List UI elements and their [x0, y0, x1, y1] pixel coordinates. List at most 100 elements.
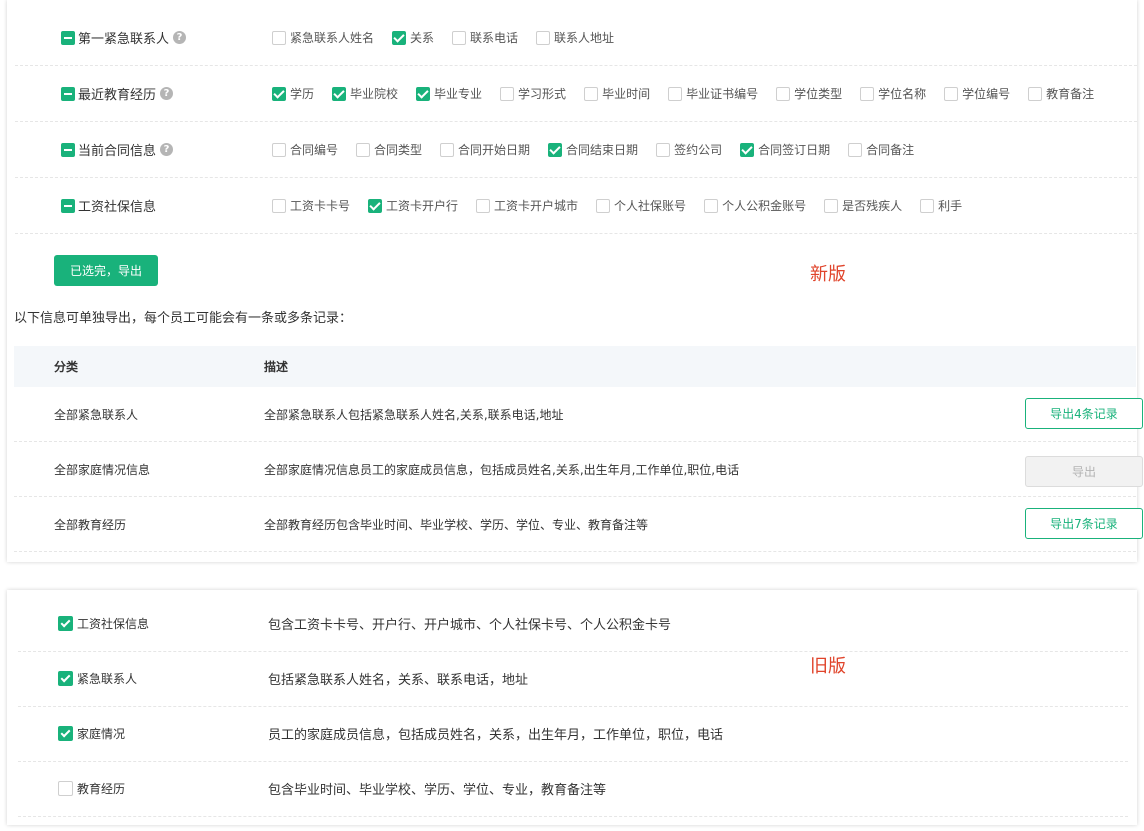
checkbox-icon[interactable] [272, 30, 286, 45]
checkbox-icon[interactable] [920, 198, 935, 213]
checkbox-checked-icon[interactable] [58, 726, 73, 741]
option-checkbox[interactable]: 联系人地址 [536, 29, 614, 46]
row-category: 全部紧急联系人 [54, 407, 139, 422]
help-icon[interactable]: ? [160, 87, 174, 100]
checkbox-checked-icon[interactable] [740, 142, 755, 157]
option-checkbox[interactable]: 学历 [272, 85, 314, 102]
checkbox-icon[interactable] [704, 198, 719, 213]
option-checkbox[interactable]: 工资卡开户城市 [476, 197, 578, 214]
export-disabled-button[interactable]: 导出 [1025, 456, 1143, 487]
option-checkbox[interactable]: 签约公司 [656, 141, 722, 158]
checkbox-checked-icon[interactable] [416, 86, 431, 101]
column-header-description: 描述 [264, 360, 289, 374]
option-checkbox[interactable]: 教育备注 [1028, 85, 1094, 102]
option-checkbox[interactable]: 学位类型 [776, 85, 842, 102]
checkbox-icon[interactable] [848, 142, 863, 157]
option-checkbox[interactable]: 合同类型 [356, 141, 422, 158]
checkbox-icon[interactable] [860, 86, 875, 101]
option-checkbox[interactable]: 毕业院校 [332, 85, 398, 102]
item-description: 包括紧急联系人姓名，关系、联系电话，地址 [268, 673, 529, 688]
option-checkbox[interactable]: 学习形式 [500, 85, 566, 102]
group-label: 第一紧急联系人 [78, 32, 170, 47]
option-checkbox[interactable]: 是否残疾人 [824, 197, 902, 214]
checkbox-icon[interactable] [824, 198, 839, 213]
checkbox-icon[interactable] [272, 198, 286, 213]
field-group-salary: 工资社保信息 工资卡卡号 工资卡开户行 工资卡开户城市 个人社保账号 个人公积金… [15, 178, 1137, 234]
item-label: 教育经历 [77, 782, 126, 796]
new-version-panel: 第一紧急联系人 ? 紧急联系人姓名 关系 联系电话 联系人地址 最近教育经历 ?… [7, 0, 1143, 562]
option-checkbox[interactable]: 合同签订日期 [740, 141, 830, 158]
table-row: 全部紧急联系人 全部紧急联系人包括紧急联系人姓名,关系,联系电话,地址 导出4条… [14, 387, 1143, 442]
checkbox-checked-icon[interactable] [272, 86, 286, 101]
new-version-tag: 新版 [810, 264, 846, 285]
checkbox-icon[interactable] [536, 30, 551, 45]
list-item: 紧急联系人 包括紧急联系人姓名，关系、联系电话，地址 [18, 651, 1128, 707]
option-checkbox[interactable]: 关系 [392, 29, 434, 46]
option-checkbox[interactable]: 工资卡卡号 [272, 197, 350, 214]
item-description: 包含工资卡卡号、开户行、开户城市、个人社保卡号、个人公积金卡号 [268, 618, 672, 633]
row-category: 全部家庭情况信息 [54, 462, 151, 477]
collapse-minus-icon[interactable] [61, 198, 75, 213]
collapse-minus-icon[interactable] [61, 142, 75, 157]
checkbox-icon[interactable] [476, 198, 491, 213]
checkbox-checked-icon[interactable] [332, 86, 347, 101]
list-item: 工资社保信息 包含工资卡卡号、开户行、开户城市、个人社保卡号、个人公积金卡号 [18, 596, 1128, 652]
list-item: 教育经历 包含毕业时间、毕业学校、学历、学位、专业，教育备注等 [18, 761, 1128, 817]
option-checkbox[interactable]: 合同编号 [272, 141, 338, 158]
export-records-button[interactable]: 导出4条记录 [1025, 398, 1143, 429]
checkbox-icon[interactable] [440, 142, 455, 157]
option-checkbox[interactable]: 合同结束日期 [548, 141, 638, 158]
help-icon[interactable]: ? [160, 143, 174, 156]
checkbox-icon[interactable] [668, 86, 683, 101]
row-description: 全部家庭情况信息员工的家庭成员信息，包括成员姓名,关系,出生年月,工作单位,职位… [264, 462, 740, 477]
option-checkbox[interactable]: 联系电话 [452, 29, 518, 46]
option-checkbox[interactable]: 工资卡开户行 [368, 197, 458, 214]
option-checkbox[interactable]: 利手 [920, 197, 962, 214]
checkbox-icon[interactable] [776, 86, 791, 101]
option-checkbox[interactable]: 毕业时间 [584, 85, 650, 102]
option-checkbox[interactable]: 毕业证书编号 [668, 85, 758, 102]
checkbox-checked-icon[interactable] [548, 142, 563, 157]
option-checkbox[interactable]: 合同开始日期 [440, 141, 530, 158]
checkbox-checked-icon[interactable] [58, 671, 73, 686]
checkbox-icon[interactable] [656, 142, 671, 157]
separate-export-note: 以下信息可单独导出，每个员工可能会有一条或多条记录： [14, 311, 353, 326]
export-records-button[interactable]: 导出7条记录 [1025, 508, 1143, 539]
option-checkbox[interactable]: 毕业专业 [416, 85, 482, 102]
table-row: 全部家庭情况信息 全部家庭情况信息员工的家庭成员信息，包括成员姓名,关系,出生年… [14, 442, 1143, 497]
checkbox-checked-icon[interactable] [368, 198, 383, 213]
checkbox-icon[interactable] [596, 198, 611, 213]
export-selected-button[interactable]: 已选完，导出 [54, 255, 158, 286]
field-group-emergency-contact: 第一紧急联系人 ? 紧急联系人姓名 关系 联系电话 联系人地址 [15, 10, 1137, 66]
option-checkbox[interactable]: 学位名称 [860, 85, 926, 102]
item-description: 员工的家庭成员信息，包括成员姓名，关系，出生年月，工作单位，职位，电话 [268, 728, 724, 743]
item-label: 紧急联系人 [77, 672, 138, 686]
old-version-panel: 工资社保信息 包含工资卡卡号、开户行、开户城市、个人社保卡号、个人公积金卡号 紧… [7, 590, 1137, 825]
checkbox-icon[interactable] [272, 142, 286, 157]
option-checkbox[interactable]: 紧急联系人姓名 [272, 29, 374, 46]
checkbox-icon[interactable] [500, 86, 515, 101]
collapse-minus-icon[interactable] [61, 86, 75, 101]
option-list: 学历 毕业院校 毕业专业 学习形式 毕业时间 毕业证书编号 学位类型 学位名称 … [272, 66, 1094, 121]
option-checkbox[interactable]: 个人公积金账号 [704, 197, 806, 214]
collapse-minus-icon[interactable] [61, 30, 75, 45]
option-list: 合同编号 合同类型 合同开始日期 合同结束日期 签约公司 合同签订日期 合同备注 [272, 122, 914, 177]
checkbox-icon[interactable] [584, 86, 599, 101]
list-item: 家庭情况 员工的家庭成员信息，包括成员姓名，关系，出生年月，工作单位，职位，电话 [18, 706, 1128, 762]
group-label: 最近教育经历 [78, 88, 157, 103]
checkbox-icon[interactable] [58, 781, 73, 796]
help-icon[interactable]: ? [173, 31, 187, 44]
field-group-contract: 当前合同信息 ? 合同编号 合同类型 合同开始日期 合同结束日期 签约公司 合同… [15, 122, 1137, 178]
checkbox-icon[interactable] [356, 142, 371, 157]
checkbox-icon[interactable] [452, 30, 467, 45]
option-checkbox[interactable]: 个人社保账号 [596, 197, 686, 214]
option-checkbox[interactable]: 合同备注 [848, 141, 914, 158]
option-checkbox[interactable]: 学位编号 [944, 85, 1010, 102]
checkbox-checked-icon[interactable] [58, 616, 73, 631]
row-description: 全部紧急联系人包括紧急联系人姓名,关系,联系电话,地址 [264, 407, 564, 422]
checkbox-icon[interactable] [944, 86, 959, 101]
checkbox-icon[interactable] [1028, 86, 1043, 101]
group-label: 工资社保信息 [78, 200, 157, 215]
old-version-tag: 旧版 [810, 656, 846, 677]
checkbox-checked-icon[interactable] [392, 30, 407, 45]
